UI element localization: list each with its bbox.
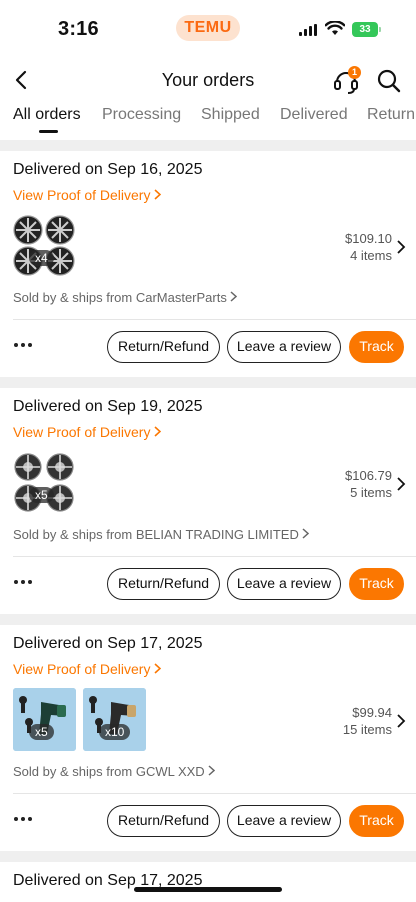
track-button[interactable]: Track xyxy=(349,805,404,837)
chevron-right-icon xyxy=(154,663,162,674)
track-button[interactable]: Track xyxy=(349,331,404,363)
leave-review-button[interactable]: Leave a review xyxy=(227,805,341,837)
car-wheels-image xyxy=(14,453,74,512)
view-proof-of-delivery-link[interactable]: View Proof of Delivery xyxy=(13,424,162,440)
home-indicator[interactable] xyxy=(134,887,282,892)
chevron-right-icon[interactable] xyxy=(396,239,406,255)
more-options-icon[interactable] xyxy=(14,341,34,349)
massage-gun-image xyxy=(83,688,146,751)
chevron-right-icon xyxy=(230,291,238,302)
status-time: 3:16 xyxy=(58,18,99,40)
more-options-icon[interactable] xyxy=(14,578,34,586)
leave-review-button[interactable]: Leave a review xyxy=(227,568,341,600)
chevron-right-icon xyxy=(302,528,310,539)
seller-label: Sold by & ships from CarMasterParts xyxy=(13,290,227,305)
return-refund-button[interactable]: Return/Refund xyxy=(107,805,220,837)
order-status-title: Delivered on Sep 16, 2025 xyxy=(13,161,203,178)
seller-link[interactable]: Sold by & ships from BELIAN TRADING LIMI… xyxy=(13,527,310,542)
product-thumbnail[interactable]: x5 xyxy=(13,451,76,514)
chevron-right-icon xyxy=(154,189,162,200)
massage-gun-image xyxy=(13,688,76,751)
chevron-right-icon[interactable] xyxy=(396,476,406,492)
item-count: 15 items xyxy=(342,722,392,737)
proof-link-label: View Proof of Delivery xyxy=(13,424,151,440)
item-count: 4 items xyxy=(350,248,392,263)
order-status-title: Delivered on Sep 17, 2025 xyxy=(13,635,203,652)
quantity-badge: x5 xyxy=(29,724,54,740)
return-refund-button[interactable]: Return/Refund xyxy=(107,568,220,600)
chevron-right-icon xyxy=(154,426,162,437)
divider xyxy=(13,556,416,557)
app-header: Your orders 1 xyxy=(0,58,416,102)
order-tabs: All orders Processing Shipped Delivered … xyxy=(0,102,416,140)
view-proof-of-delivery-link[interactable]: View Proof of Delivery xyxy=(13,187,162,203)
quantity-badge: x10 xyxy=(99,724,131,740)
order-status-title: Delivered on Sep 19, 2025 xyxy=(13,398,203,415)
wifi-icon xyxy=(325,21,345,35)
order-card: Delivered on Sep 17, 2025 xyxy=(0,862,416,902)
chevron-right-icon xyxy=(208,765,216,776)
product-thumbnail[interactable]: x10 xyxy=(83,688,146,751)
more-options-icon[interactable] xyxy=(14,815,34,823)
order-card: Delivered on Sep 19, 2025 View Proof of … xyxy=(0,388,416,614)
order-total: $106.79 xyxy=(345,468,392,483)
search-icon[interactable] xyxy=(376,68,402,94)
proof-link-label: View Proof of Delivery xyxy=(13,187,151,203)
active-tab-indicator xyxy=(39,130,58,133)
proof-link-label: View Proof of Delivery xyxy=(13,661,151,677)
product-thumbnail[interactable]: x4 xyxy=(13,214,76,277)
seller-link[interactable]: Sold by & ships from GCWL XXD xyxy=(13,764,216,779)
temu-logo: TEMU xyxy=(176,15,240,41)
back-arrow-icon[interactable] xyxy=(10,66,34,94)
leave-review-button[interactable]: Leave a review xyxy=(227,331,341,363)
order-total: $109.10 xyxy=(345,231,392,246)
tab-all-orders[interactable]: All orders xyxy=(13,106,81,124)
seller-label: Sold by & ships from BELIAN TRADING LIMI… xyxy=(13,527,299,542)
view-proof-of-delivery-link[interactable]: View Proof of Delivery xyxy=(13,661,162,677)
return-refund-button[interactable]: Return/Refund xyxy=(107,331,220,363)
tab-return[interactable]: Return xyxy=(367,106,415,124)
product-thumbnail[interactable]: x5 xyxy=(13,688,76,751)
divider xyxy=(13,793,416,794)
tab-delivered[interactable]: Delivered xyxy=(280,106,348,124)
item-count: 5 items xyxy=(350,485,392,500)
quantity-badge: x4 xyxy=(29,250,54,266)
order-total: $99.94 xyxy=(352,705,392,720)
seller-label: Sold by & ships from GCWL XXD xyxy=(13,764,205,779)
chevron-right-icon[interactable] xyxy=(396,713,406,729)
car-wheels-image xyxy=(13,215,75,276)
tab-shipped[interactable]: Shipped xyxy=(201,106,260,124)
order-card: Delivered on Sep 16, 2025 View Proof of … xyxy=(0,151,416,377)
tab-processing[interactable]: Processing xyxy=(102,106,181,124)
cellular-signal-icon xyxy=(299,24,317,36)
seller-link[interactable]: Sold by & ships from CarMasterParts xyxy=(13,290,238,305)
track-button[interactable]: Track xyxy=(349,568,404,600)
battery-icon: 33 xyxy=(352,22,381,37)
order-card: Delivered on Sep 17, 2025 View Proof of … xyxy=(0,625,416,851)
status-bar: 3:16 TEMU 33 xyxy=(0,0,416,58)
divider xyxy=(13,319,416,320)
quantity-badge: x5 xyxy=(29,487,54,503)
notification-badge: 1 xyxy=(348,66,361,79)
